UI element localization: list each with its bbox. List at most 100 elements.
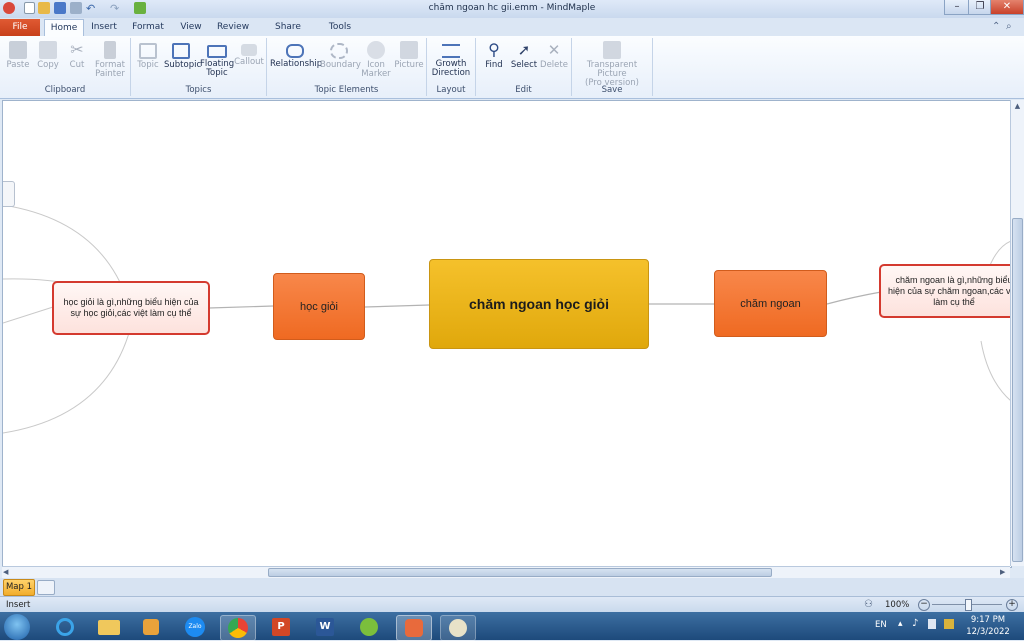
mindmap-canvas[interactable]: chăm ngoan học giỏi học giỏi chăm ngoan … [2, 100, 1012, 568]
internet-explorer-icon[interactable] [48, 615, 82, 639]
show-hidden-icons-icon[interactable]: ▴ [898, 619, 903, 629]
format-painter-label-2: Painter [95, 69, 125, 79]
main-topic-hoc-gioi[interactable]: học giỏi [273, 273, 365, 340]
zoom-in-button[interactable]: + [1006, 599, 1018, 611]
chrome-icon[interactable] [220, 615, 256, 641]
word-icon[interactable]: W [308, 615, 342, 639]
paste-icon [9, 41, 27, 59]
mindmaple-icon[interactable] [396, 615, 432, 641]
help-search-icon[interactable]: ⌕ [1006, 21, 1012, 32]
volume-icon[interactable]: ♪ [912, 618, 918, 629]
start-button[interactable] [4, 614, 30, 640]
status-mode: Insert [6, 600, 31, 610]
powerpoint-icon[interactable]: P [264, 615, 298, 639]
zoom-slider-thumb[interactable] [965, 599, 972, 611]
transparent-picture-label-1: Transparent Picture [586, 60, 638, 79]
group-label: Clipboard [44, 85, 86, 95]
group-label: Topic Elements [314, 85, 379, 95]
subtopic-label: Subtopic [164, 60, 202, 70]
minimize-button[interactable]: – [944, 0, 970, 15]
main-topic-cham-ngoan[interactable]: chăm ngoan [714, 270, 827, 337]
paint-icon[interactable] [440, 615, 476, 641]
central-topic[interactable]: chăm ngoan học giỏi [429, 259, 649, 349]
vertical-scroll-thumb[interactable] [1012, 218, 1023, 562]
file-explorer-icon[interactable] [92, 615, 126, 639]
scroll-up-icon[interactable]: ▲ [1012, 102, 1023, 112]
map-tab[interactable]: Map 1 [3, 579, 35, 596]
tab-home[interactable]: Home [44, 19, 84, 37]
network-icon[interactable] [928, 619, 936, 629]
subtopic-icon [172, 43, 190, 59]
cursor-arrow-icon: ➚ [517, 41, 531, 59]
tab-format[interactable]: Format [130, 19, 166, 36]
media-player-icon[interactable] [134, 615, 168, 639]
delete-x-icon: ✕ [547, 41, 561, 59]
window-title: chăm ngoan hc gii.emm - MindMaple [428, 3, 596, 13]
tab-share[interactable]: Share (Beta) [262, 19, 314, 49]
subtopic-hoc-gioi[interactable]: học giỏi là gì,những biểu hiện của sự họ… [52, 281, 210, 335]
fit-map-icon[interactable]: ⚇ [864, 599, 873, 610]
subtopic-button[interactable]: Subtopic [164, 41, 202, 70]
smiley-icon [367, 41, 385, 59]
floating-topic-button[interactable]: Floating Topic [200, 41, 234, 78]
add-map-icon[interactable] [37, 580, 55, 595]
delete-button[interactable]: ✕ Delete [540, 41, 568, 70]
find-button[interactable]: ⚲ Find [480, 41, 508, 70]
transparent-picture-button[interactable]: Transparent Picture (Pro version) [574, 41, 650, 88]
title-bar: ↶ ↷ chăm ngoan hc gii.emm - MindMaple – … [0, 0, 1024, 19]
scroll-right-icon[interactable]: ▶ [1000, 568, 1005, 576]
side-panel-handle[interactable] [3, 181, 15, 207]
relationship-icon [286, 44, 304, 58]
boundary-label: Boundary [320, 60, 361, 70]
app-icon[interactable] [352, 615, 386, 639]
picture-label: Picture [394, 60, 424, 70]
scroll-left-icon[interactable]: ◀ [3, 568, 8, 576]
transparent-picture-label-2: (Pro version) [585, 78, 639, 88]
delete-label: Delete [540, 60, 568, 70]
zoom-out-button[interactable]: − [918, 599, 930, 611]
scissors-icon: ✂ [70, 40, 84, 59]
clock-time[interactable]: 9:17 PM [964, 615, 1012, 625]
floating-topic-label-2: Topic [206, 68, 228, 78]
topic-icon [139, 43, 157, 59]
growth-direction-icon [442, 44, 460, 58]
action-center-icon[interactable] [944, 619, 954, 629]
growth-direction-button[interactable]: Growth Direction [429, 41, 473, 78]
zalo-icon[interactable]: Zalo [178, 615, 212, 639]
chevron-up-icon[interactable]: ⌃ [992, 21, 1000, 32]
zoom-level: 100% [885, 600, 910, 610]
copy-button[interactable]: Copy [34, 41, 62, 70]
vertical-scrollbar[interactable]: ▲ [1010, 100, 1024, 566]
paste-button[interactable]: Paste [4, 41, 32, 70]
select-label: Select [510, 60, 538, 70]
ribbon-tabs: File Home Insert Format View Review Shar… [0, 18, 1024, 49]
select-button[interactable]: ➚ Select [510, 41, 538, 70]
tab-view[interactable]: View [176, 19, 206, 36]
relationship-button[interactable]: Relationship [270, 41, 323, 69]
copy-icon [39, 41, 57, 59]
maximize-button[interactable]: ❐ [968, 0, 992, 15]
map-tabs: Map 1 [0, 578, 1024, 596]
tab-insert[interactable]: Insert [88, 19, 120, 36]
horizontal-scroll-thumb[interactable] [268, 568, 772, 577]
callout-button[interactable]: Callout [234, 41, 264, 67]
icon-marker-button[interactable]: Icon Marker [360, 41, 392, 79]
boundary-button[interactable]: Boundary [320, 41, 361, 70]
cut-button[interactable]: ✂ Cut [64, 41, 90, 70]
tab-review[interactable]: Review [214, 19, 252, 36]
picture-button[interactable]: Picture [394, 41, 424, 70]
boundary-icon [330, 43, 348, 59]
tab-file[interactable]: File [0, 19, 40, 36]
tab-tools[interactable]: Tools [324, 19, 356, 36]
topic-button[interactable]: Topic [134, 41, 162, 70]
language-indicator[interactable]: EN [875, 620, 887, 630]
relationship-label: Relationship [270, 59, 323, 69]
group-label: Topics [185, 85, 212, 95]
clock-date[interactable]: 12/3/2022 [962, 627, 1014, 637]
cut-label: Cut [69, 60, 85, 70]
status-bar: Insert ⚇ 100% − + [0, 596, 1024, 613]
close-button[interactable]: ✕ [990, 0, 1024, 15]
format-painter-button[interactable]: Format Painter [92, 41, 128, 79]
magnifier-icon: ⚲ [488, 40, 500, 59]
subtopic-cham-ngoan[interactable]: chăm ngoan là gì,những biểu hiện của sự … [879, 264, 1011, 318]
